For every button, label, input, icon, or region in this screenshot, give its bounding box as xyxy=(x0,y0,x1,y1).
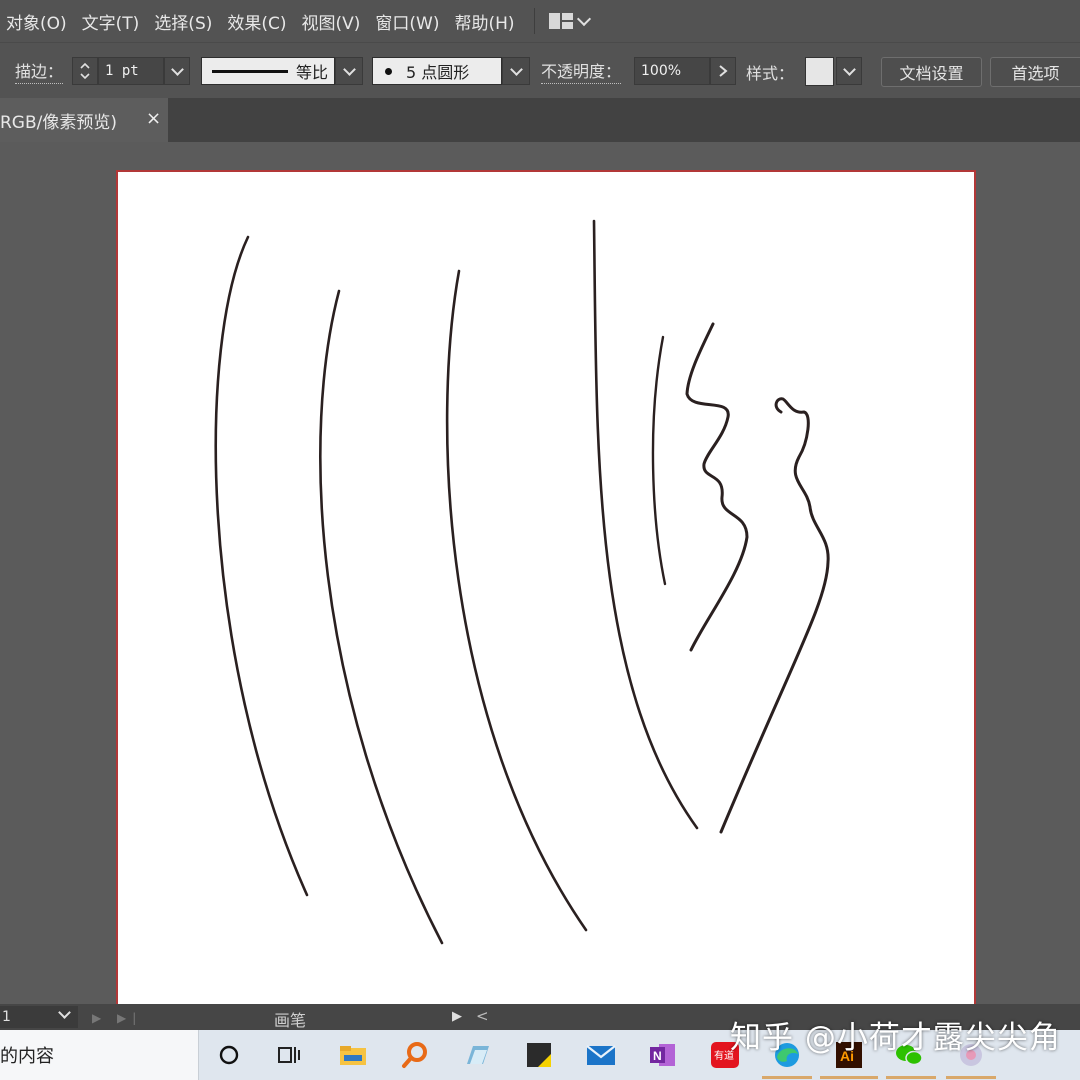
menu-window[interactable]: 窗口(W) xyxy=(369,9,448,34)
brush-label: 5 点圆形 xyxy=(406,63,470,82)
stepper-arrows-icon xyxy=(80,62,90,80)
preferences-button[interactable]: 首选项 xyxy=(990,57,1080,87)
watermark: 知乎 @小荷才露尖尖角 xyxy=(730,1020,1061,1056)
menu-effect[interactable]: 效果(C) xyxy=(221,9,295,34)
brush-stroke-5 xyxy=(651,335,667,586)
running-indicator xyxy=(762,1076,812,1079)
chevron-down-icon xyxy=(842,62,856,76)
profile-line-preview xyxy=(212,69,288,73)
menu-help[interactable]: 帮助(H) xyxy=(449,9,524,34)
cortana-icon[interactable] xyxy=(214,1040,244,1070)
close-icon[interactable]: × xyxy=(146,108,161,129)
brush-stroke-4 xyxy=(592,219,699,830)
sticky-notes-icon[interactable] xyxy=(524,1040,554,1070)
menu-object[interactable]: 对象(O) xyxy=(0,9,76,34)
stroke-weight-stepper[interactable] xyxy=(72,57,98,85)
zoom-field[interactable]: 1 xyxy=(0,1006,78,1028)
status-menu-arrow-icon[interactable]: ▶ xyxy=(452,1009,462,1024)
menu-type[interactable]: 文字(T) xyxy=(76,9,149,34)
file-explorer-icon[interactable] xyxy=(338,1040,368,1070)
search-text: 的内容 xyxy=(0,1046,54,1067)
menu-bar: 对象(O) 文字(T) 选择(S) 效果(C) 视图(V) 窗口(W) 帮助(H… xyxy=(0,0,1080,42)
workspace-switcher[interactable] xyxy=(548,11,591,29)
style-dropdown[interactable] xyxy=(836,57,862,85)
brush-stroke-2 xyxy=(319,289,444,945)
chevron-down-icon xyxy=(342,62,356,76)
running-indicator xyxy=(820,1076,878,1079)
notepad-icon[interactable] xyxy=(462,1040,492,1070)
menu-view[interactable]: 视图(V) xyxy=(296,9,370,34)
artwork xyxy=(214,219,830,945)
zoom-value: 1 xyxy=(2,1009,11,1025)
search-app-icon[interactable] xyxy=(400,1040,430,1070)
running-indicator xyxy=(946,1076,996,1079)
current-tool-label: 画笔 xyxy=(274,1011,307,1030)
profile-label: 等比 xyxy=(296,63,329,82)
canvas-area[interactable] xyxy=(0,142,1080,1010)
artboard-navigation-icon[interactable]: ▶ ▶| xyxy=(92,1011,142,1025)
opacity-label[interactable]: 不透明度： xyxy=(541,61,622,84)
document-tab-title: RGB/像素预览) xyxy=(0,112,118,133)
stroke-label[interactable]: 描边： xyxy=(15,61,64,84)
document-tab-bar: RGB/像素预览) × xyxy=(0,98,1080,142)
brush-stroke-1 xyxy=(214,235,309,897)
task-view-icon[interactable] xyxy=(274,1040,304,1070)
chevron-down-icon xyxy=(509,62,523,76)
brush-definition[interactable]: 5 点圆形 xyxy=(372,57,502,85)
chevron-down-icon xyxy=(170,62,184,76)
brush-stroke-7 xyxy=(719,397,830,834)
document-tab[interactable]: RGB/像素预览) × xyxy=(0,98,168,142)
opacity-slider-button[interactable] xyxy=(710,57,736,85)
brush-dropdown[interactable] xyxy=(502,57,530,85)
chevron-down-icon xyxy=(576,11,591,27)
artboard[interactable] xyxy=(116,170,976,1010)
onenote-icon[interactable]: N xyxy=(648,1040,678,1070)
stroke-weight-input[interactable]: 1 pt xyxy=(98,57,164,85)
control-bar: 描边： 1 pt 等比 5 点圆形 不透明度： 100% 样式： 文档设置 首选… xyxy=(0,42,1080,101)
mail-icon[interactable] xyxy=(586,1040,616,1070)
menu-select[interactable]: 选择(S) xyxy=(148,9,221,34)
graphic-style-swatch[interactable] xyxy=(805,57,834,86)
style-label: 样式： xyxy=(746,64,795,83)
workspace-layout-icon xyxy=(548,13,573,29)
profile-dropdown[interactable] xyxy=(335,57,363,85)
document-setup-button[interactable]: 文档设置 xyxy=(881,57,982,87)
brush-stroke-6 xyxy=(685,322,749,652)
chevron-down-icon xyxy=(58,1006,71,1019)
stroke-weight-dropdown[interactable] xyxy=(164,57,190,85)
svg-text:N: N xyxy=(653,1049,662,1063)
scroll-left-icon[interactable]: < xyxy=(476,1007,489,1025)
variable-width-profile[interactable]: 等比 xyxy=(201,57,335,85)
menu-separator xyxy=(533,8,535,34)
running-indicator xyxy=(886,1076,936,1079)
chevron-right-icon xyxy=(719,65,728,77)
opacity-input[interactable]: 100% xyxy=(634,57,710,85)
brush-stroke-3 xyxy=(445,269,588,932)
brush-dot-icon xyxy=(385,67,392,75)
taskbar-search-box[interactable]: 的内容 xyxy=(0,1030,199,1080)
